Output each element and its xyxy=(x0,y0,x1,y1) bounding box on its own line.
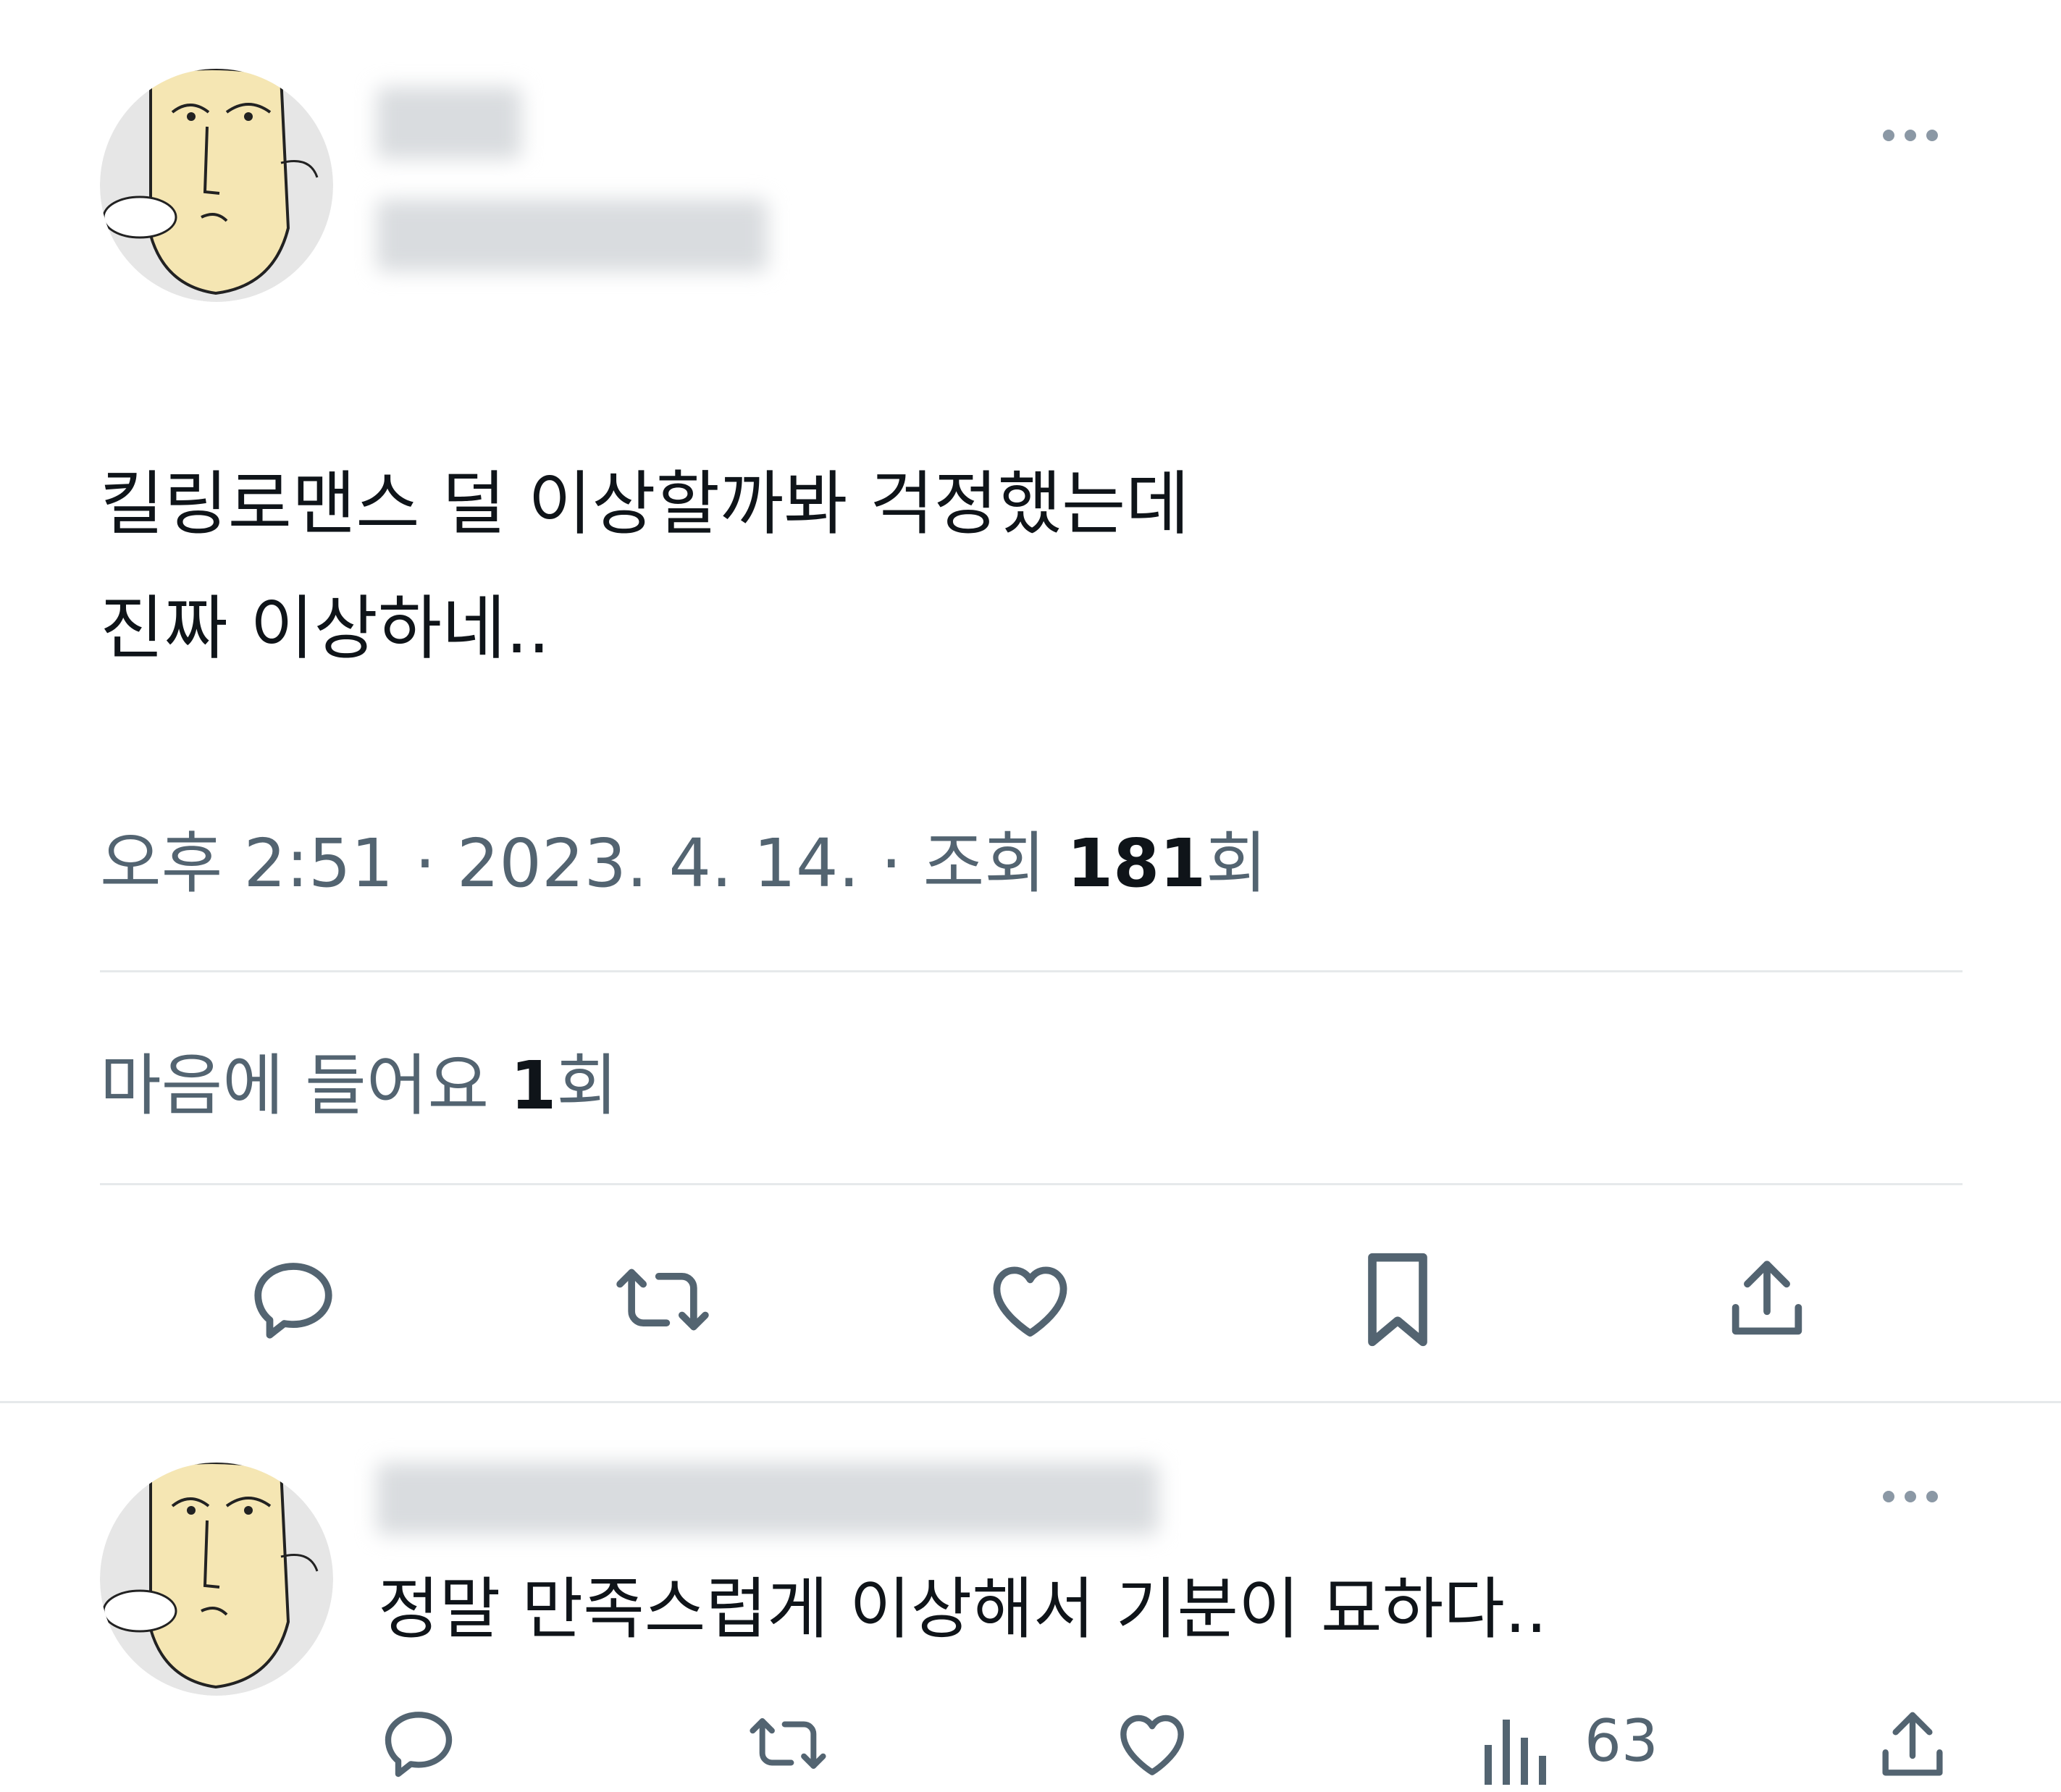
like-icon[interactable] xyxy=(981,1253,1079,1347)
more-options-icon[interactable] xyxy=(1883,125,1955,146)
tweet-separator xyxy=(0,1401,2061,1403)
share-icon[interactable] xyxy=(1872,1703,1953,1788)
views-label: 조회 xyxy=(923,825,1046,902)
separator: · xyxy=(414,825,457,902)
share-icon[interactable] xyxy=(1720,1249,1814,1350)
reply-author-avatar[interactable] xyxy=(100,1463,333,1696)
likes-suffix: 회 xyxy=(556,1047,618,1124)
views-count: 181 xyxy=(1067,825,1206,902)
retweet-icon[interactable] xyxy=(608,1253,717,1347)
more-options-icon[interactable] xyxy=(1883,1486,1955,1507)
author-name-redacted xyxy=(377,87,521,159)
retweet-icon[interactable] xyxy=(742,1705,834,1782)
tweet-meta: 오후 2:51 · 2023. 4. 14. · 조회 181회 xyxy=(100,809,1267,906)
avatar-face-illustration xyxy=(100,1463,333,1696)
tweet-date[interactable]: 2023. 4. 14. xyxy=(457,825,860,902)
tweet-text-line: 진짜 이상하네.. xyxy=(100,588,550,669)
like-icon[interactable] xyxy=(1112,1703,1193,1784)
reply-text: 정말 만족스럽게 이상해서 기분이 묘하다.. xyxy=(378,1570,1548,1648)
avatar-face-illustration xyxy=(100,69,333,302)
author-avatar[interactable] xyxy=(100,69,333,302)
reply-views-count: 63 xyxy=(1584,1707,1658,1775)
likes-label: 마음에 들어요 xyxy=(100,1047,490,1124)
reply-icon[interactable] xyxy=(246,1253,340,1347)
views-suffix: 회 xyxy=(1206,825,1267,902)
tweet-text-line: 킬링로맨스 덜 이상할까봐 걱정했는데 xyxy=(100,463,1190,544)
tweet-time[interactable]: 오후 2:51 xyxy=(100,825,393,902)
divider xyxy=(100,1183,1963,1185)
tweet-text: 킬링로맨스 덜 이상할까봐 걱정했는데 진짜 이상하네.. xyxy=(100,442,1190,691)
divider xyxy=(100,970,1963,972)
author-handle-redacted xyxy=(377,199,768,272)
views-icon[interactable] xyxy=(1481,1712,1553,1785)
likes-count: 1 xyxy=(510,1047,557,1124)
bookmark-icon[interactable] xyxy=(1354,1249,1441,1350)
reply-author-name-redacted xyxy=(377,1463,1159,1535)
separator: · xyxy=(881,825,923,902)
likes-summary[interactable]: 마음에 들어요 1회 xyxy=(100,1032,618,1128)
reply-icon[interactable] xyxy=(378,1703,459,1784)
